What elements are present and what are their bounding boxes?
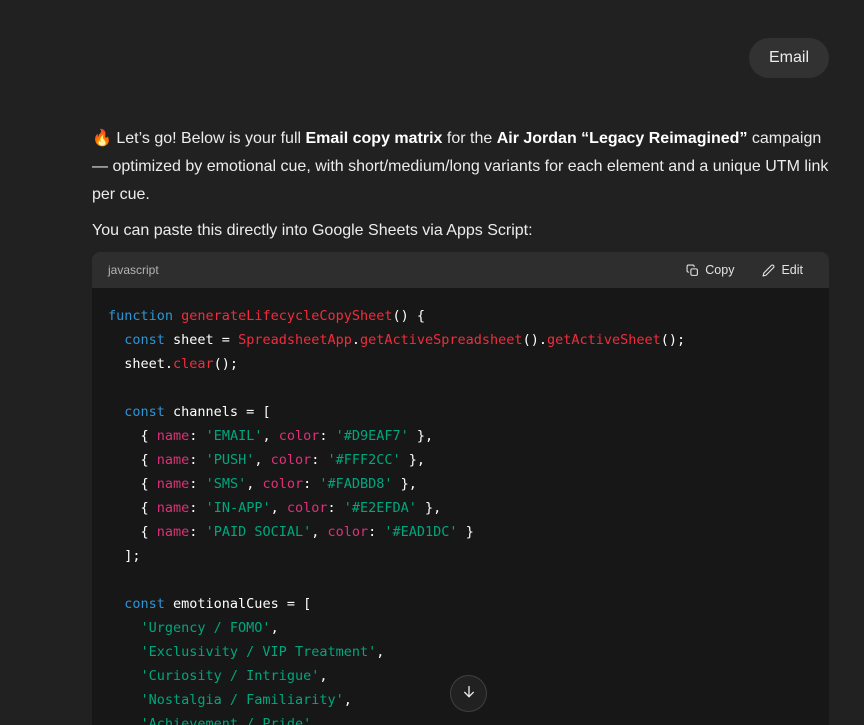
code-language-label: javascript xyxy=(108,263,159,277)
user-message-row: Email xyxy=(92,0,829,78)
code-content: function generateLifecycleCopySheet() { … xyxy=(92,288,829,725)
code-block: javascript Copy Edit xyxy=(92,252,829,725)
copy-button[interactable]: Copy xyxy=(686,263,734,277)
edit-button-label: Edit xyxy=(781,263,803,277)
code-header: javascript Copy Edit xyxy=(92,252,829,288)
chat-content-column: Email 🔥 Let’s go! Below is your full Ema… xyxy=(92,0,829,725)
arrow-down-icon xyxy=(461,684,477,703)
user-message-bubble: Email xyxy=(749,38,829,78)
code-text: function generateLifecycleCopySheet() { … xyxy=(108,308,685,725)
assistant-paragraph-intro: 🔥 Let’s go! Below is your full Email cop… xyxy=(92,125,829,209)
code-header-actions: Copy Edit xyxy=(686,263,803,277)
copy-button-label: Copy xyxy=(705,263,734,277)
edit-button[interactable]: Edit xyxy=(762,263,803,277)
chat-page: Email 🔥 Let’s go! Below is your full Ema… xyxy=(0,0,864,725)
assistant-message: 🔥 Let’s go! Below is your full Email cop… xyxy=(92,125,829,725)
pencil-icon xyxy=(762,264,775,277)
assistant-paragraph-instruction: You can paste this directly into Google … xyxy=(92,217,829,245)
scroll-to-bottom-button[interactable] xyxy=(450,675,487,712)
copy-icon xyxy=(686,264,699,277)
